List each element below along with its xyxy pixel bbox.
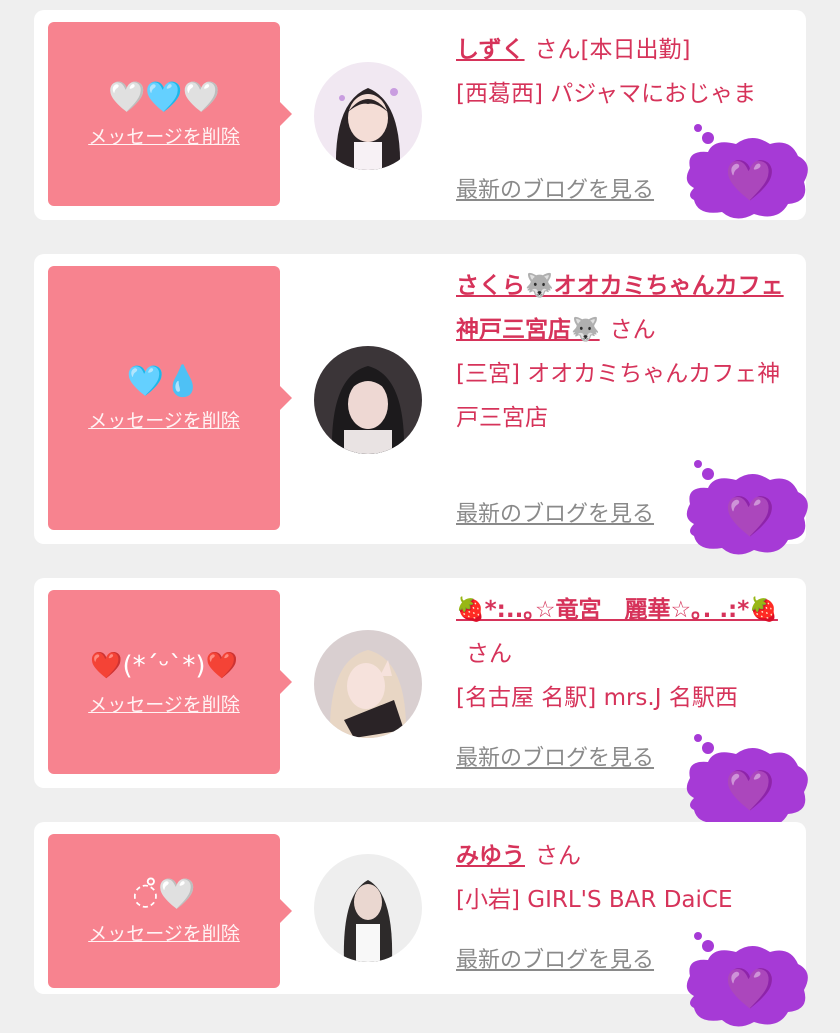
- sender-info: 🍓*:..｡☆竜宮 麗華☆｡. .:*🍓 さん [名古屋 名駅] mrs.J 名駅…: [456, 588, 786, 720]
- thought-bubble-stamp: 💜: [686, 932, 808, 1027]
- sender-info: しずく さん[本日出勤] [西葛西] パジャマにおじゃま: [456, 28, 786, 116]
- message-card: 🤍🩵🤍 メッセージを削除 しずく さん[本日出勤] [西葛西] パジャマにおじゃま…: [34, 10, 808, 220]
- view-blog-link[interactable]: 最新のブログを見る: [456, 496, 654, 528]
- thought-bubble-stamp: 💜: [686, 734, 808, 829]
- sender-info: さくら🐺オオカミちゃんカフェ神戸三宮店🐺 さん [三宮] オオカミちゃんカフェ神戸…: [456, 264, 786, 440]
- message-bubble: 🤍🩵🤍 メッセージを削除: [48, 22, 292, 206]
- message-card: ❤️(*´ᵕ`*)❤️ メッセージを削除 🍓*:..｡☆竜宮 麗華☆｡. .:*…: [34, 578, 808, 829]
- message-emoji: ❤️(*´ᵕ`*)❤️: [90, 650, 238, 681]
- purple-heart-icon: 💜: [725, 158, 775, 204]
- avatar[interactable]: [314, 346, 422, 454]
- sender-name-link[interactable]: 🍓*:..｡☆竜宮 麗華☆｡. .:*🍓: [456, 597, 778, 623]
- avatar[interactable]: [314, 62, 422, 170]
- thought-bubble-stamp: 💜: [686, 460, 808, 555]
- sender-info: みゆう さん [小岩] GIRL'S BAR DaiCE: [456, 834, 786, 922]
- delete-message-link[interactable]: メッセージを削除: [88, 690, 240, 717]
- message-bubble: 🩵💧 メッセージを削除: [48, 266, 292, 530]
- avatar[interactable]: [314, 630, 422, 738]
- sender-suffix: さん: [535, 843, 581, 869]
- sender-suffix: さん: [466, 641, 512, 667]
- avatar[interactable]: [314, 854, 422, 962]
- sender-name-link[interactable]: みゆう: [456, 843, 525, 869]
- delete-message-link[interactable]: メッセージを削除: [88, 406, 240, 433]
- delete-message-link[interactable]: メッセージを削除: [88, 919, 240, 946]
- purple-heart-icon: 💜: [725, 768, 775, 814]
- purple-heart-icon: 💜: [725, 966, 775, 1012]
- shop-name: [小岩] GIRL'S BAR DaiCE: [456, 887, 733, 913]
- message-emoji: 🤍🩵🤍: [107, 79, 221, 115]
- view-blog-link[interactable]: 最新のブログを見る: [456, 942, 654, 974]
- sender-suffix: さん: [609, 317, 656, 343]
- message-card: 🩵💧 メッセージを削除 さくら🐺オオカミちゃんカフェ神戸三宮店🐺 さん [三宮] …: [34, 254, 808, 555]
- sender-suffix: さん[本日出勤]: [534, 37, 691, 63]
- view-blog-link[interactable]: 最新のブログを見る: [456, 740, 654, 772]
- message-emoji: 🩵💧: [126, 363, 202, 399]
- message-emoji: ◌̊🤍: [132, 876, 196, 912]
- purple-heart-icon: 💜: [725, 494, 775, 540]
- thought-bubble-stamp: 💜: [686, 124, 808, 219]
- shop-name: [名古屋 名駅] mrs.J 名駅西: [456, 685, 738, 711]
- message-bubble: ◌̊🤍 メッセージを削除: [48, 834, 292, 988]
- shop-name: [西葛西] パジャマにおじゃま: [456, 81, 757, 107]
- shop-name: [三宮] オオカミちゃんカフェ神戸三宮店: [456, 361, 781, 431]
- message-card: ◌̊🤍 メッセージを削除 みゆう さん [小岩] GIRL'S BAR DaiCE…: [34, 822, 808, 1027]
- message-bubble: ❤️(*´ᵕ`*)❤️ メッセージを削除: [48, 590, 292, 774]
- sender-name-link[interactable]: しずく: [456, 37, 525, 63]
- view-blog-link[interactable]: 最新のブログを見る: [456, 172, 654, 204]
- delete-message-link[interactable]: メッセージを削除: [88, 122, 240, 149]
